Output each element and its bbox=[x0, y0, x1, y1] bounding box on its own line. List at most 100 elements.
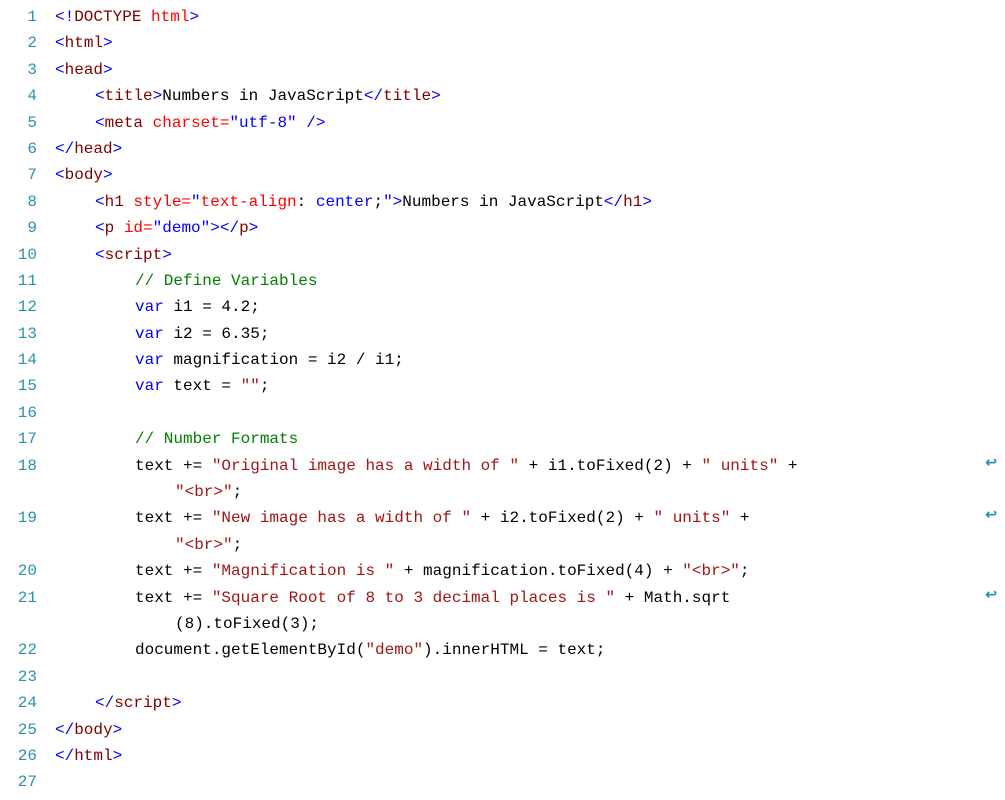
code-token: meta bbox=[105, 114, 143, 132]
code-token: text += bbox=[135, 509, 212, 527]
code-token: i1 = 4.2; bbox=[164, 298, 260, 316]
code-line[interactable]: var i2 = 6.35; bbox=[55, 321, 1005, 347]
code-token: var bbox=[135, 298, 164, 316]
line-number bbox=[0, 479, 37, 505]
code-token: > bbox=[162, 246, 172, 264]
line-number: 5 bbox=[0, 110, 37, 136]
code-token: </ bbox=[364, 87, 383, 105]
line-number: 18 bbox=[0, 453, 37, 479]
code-line[interactable]: <h1 style="text-align: center;">Numbers … bbox=[55, 189, 1005, 215]
code-line[interactable] bbox=[55, 664, 1005, 690]
code-line[interactable]: text += "New image has a width of " + i2… bbox=[55, 505, 1005, 531]
code-line[interactable]: <meta charset="utf-8" /> bbox=[55, 110, 1005, 136]
code-token: head bbox=[65, 61, 103, 79]
code-token: title bbox=[383, 87, 431, 105]
code-line[interactable] bbox=[55, 769, 1005, 795]
code-line[interactable]: <body> bbox=[55, 162, 1005, 188]
code-line[interactable]: <head> bbox=[55, 57, 1005, 83]
code-token: html bbox=[151, 8, 189, 26]
code-token: head bbox=[74, 140, 112, 158]
code-token: < bbox=[95, 193, 105, 211]
code-line[interactable]: var i1 = 4.2; bbox=[55, 294, 1005, 320]
code-line[interactable]: var text = ""; bbox=[55, 373, 1005, 399]
code-token: + i1.toFixed(2) + bbox=[519, 457, 701, 475]
line-number: 23 bbox=[0, 664, 37, 690]
code-line[interactable]: </head> bbox=[55, 136, 1005, 162]
code-line[interactable] bbox=[55, 400, 1005, 426]
code-line[interactable]: "<br>"; bbox=[55, 532, 1005, 558]
code-line[interactable]: <script> bbox=[55, 242, 1005, 268]
code-token: var bbox=[135, 377, 164, 395]
code-line[interactable]: </script> bbox=[55, 690, 1005, 716]
code-token: center bbox=[316, 193, 374, 211]
code-line[interactable]: text += "Square Root of 8 to 3 decimal p… bbox=[55, 585, 1005, 611]
line-number: 24 bbox=[0, 690, 37, 716]
code-token: "<br>" bbox=[175, 536, 233, 554]
code-token: script bbox=[105, 246, 163, 264]
code-token: "Magnification is " bbox=[212, 562, 394, 580]
code-token: " units" bbox=[702, 457, 779, 475]
code-token: document.getElementById( bbox=[135, 641, 365, 659]
code-token: /> bbox=[306, 114, 325, 132]
code-token: > bbox=[113, 747, 123, 765]
line-number: 7 bbox=[0, 162, 37, 188]
code-line[interactable]: var magnification = i2 / i1; bbox=[55, 347, 1005, 373]
code-token: </ bbox=[220, 219, 239, 237]
code-line[interactable]: <!DOCTYPE html> bbox=[55, 4, 1005, 30]
code-token: : bbox=[297, 193, 316, 211]
code-token: "<br>" bbox=[175, 483, 233, 501]
code-token bbox=[124, 193, 134, 211]
code-line[interactable]: (8).toFixed(3); bbox=[55, 611, 1005, 637]
code-token: </ bbox=[95, 694, 114, 712]
line-number: 2 bbox=[0, 30, 37, 56]
code-token: // Number Formats bbox=[135, 430, 298, 448]
code-token: > bbox=[113, 721, 123, 739]
code-token: > bbox=[249, 219, 259, 237]
code-token: var bbox=[135, 351, 164, 369]
code-line[interactable]: // Number Formats bbox=[55, 426, 1005, 452]
code-line[interactable]: // Define Variables bbox=[55, 268, 1005, 294]
line-number: 4 bbox=[0, 83, 37, 109]
code-token: "utf-8" bbox=[229, 114, 296, 132]
code-token: h1 bbox=[623, 193, 642, 211]
code-token: i2 = 6.35; bbox=[164, 325, 270, 343]
code-token: Numbers in JavaScript bbox=[402, 193, 604, 211]
code-token: < bbox=[95, 114, 105, 132]
code-token: text = bbox=[164, 377, 241, 395]
code-token: > bbox=[113, 140, 123, 158]
code-token: " bbox=[191, 193, 201, 211]
code-token: <! bbox=[55, 8, 74, 26]
line-number: 10 bbox=[0, 242, 37, 268]
code-token: var bbox=[135, 325, 164, 343]
code-line[interactable]: <html> bbox=[55, 30, 1005, 56]
code-line[interactable]: "<br>"; bbox=[55, 479, 1005, 505]
code-token: p bbox=[239, 219, 249, 237]
code-line[interactable]: text += "Magnification is " + magnificat… bbox=[55, 558, 1005, 584]
line-number: 11 bbox=[0, 268, 37, 294]
code-token: body bbox=[65, 166, 103, 184]
code-line[interactable]: </body> bbox=[55, 717, 1005, 743]
code-line[interactable]: text += "Original image has a width of "… bbox=[55, 453, 1005, 479]
line-number: 15 bbox=[0, 373, 37, 399]
line-number: 13 bbox=[0, 321, 37, 347]
code-token: DOCTYPE bbox=[74, 8, 141, 26]
code-line[interactable]: <p id="demo"></p> bbox=[55, 215, 1005, 241]
code-token: > bbox=[103, 34, 113, 52]
code-token: < bbox=[95, 87, 105, 105]
code-token: + bbox=[778, 457, 807, 475]
code-token: "" bbox=[241, 377, 260, 395]
line-number: 16 bbox=[0, 400, 37, 426]
code-token bbox=[143, 114, 153, 132]
code-area[interactable]: <!DOCTYPE html><html><head><title>Number… bbox=[55, 4, 1005, 796]
code-line[interactable]: </html> bbox=[55, 743, 1005, 769]
wrap-indicator-icon: ↩ bbox=[985, 505, 997, 528]
code-line[interactable]: <title>Numbers in JavaScript</title> bbox=[55, 83, 1005, 109]
line-number: 12 bbox=[0, 294, 37, 320]
code-token: < bbox=[95, 246, 105, 264]
line-number: 14 bbox=[0, 347, 37, 373]
code-token: html bbox=[65, 34, 103, 52]
code-line[interactable]: document.getElementById("demo").innerHTM… bbox=[55, 637, 1005, 663]
code-token: title bbox=[105, 87, 153, 105]
line-number: 19 bbox=[0, 505, 37, 531]
code-token: charset= bbox=[153, 114, 230, 132]
